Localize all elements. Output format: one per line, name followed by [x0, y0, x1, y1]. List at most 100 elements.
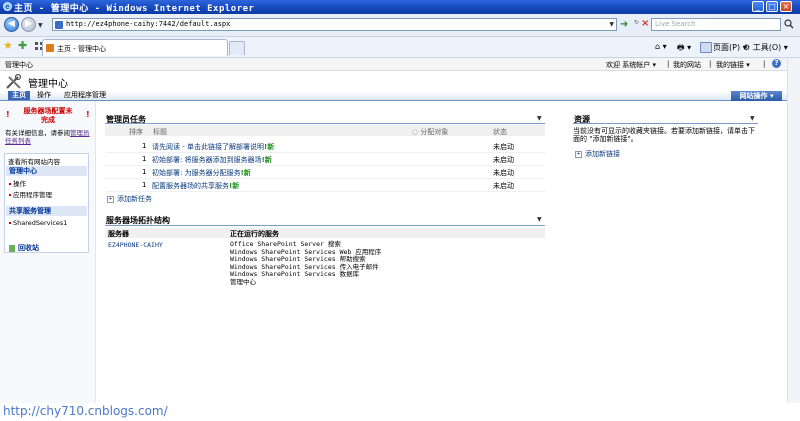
- go-icon[interactable]: ➜: [620, 19, 631, 30]
- tools-menu[interactable]: ⚙ 工具(O) ▾: [743, 42, 788, 53]
- top-nav-tabs: 主页 操作 应用程序管理: [0, 91, 800, 101]
- task-title-text: 请先阅读 - 单击此链接了解部署说明: [152, 143, 264, 151]
- task-order: 1: [142, 142, 147, 150]
- webpart-menu-icon[interactable]: ▼: [537, 115, 542, 122]
- table-row: 1 初始部署: 为服务器分配服务!新 未启动: [105, 166, 545, 179]
- nav-heading-central-admin[interactable]: 管理中心: [6, 166, 87, 176]
- print-icon[interactable]: 🖶 ▾: [677, 42, 691, 56]
- add-new-task-label: 添加新任务: [117, 195, 152, 203]
- webpart-menu-icon[interactable]: ▼: [537, 216, 542, 223]
- service-item: 管理中心: [230, 277, 256, 286]
- nav-heading-shared-services[interactable]: 共享服务管理: [6, 206, 87, 216]
- divider: [105, 225, 545, 226]
- tools-menu-label: 工具(O): [752, 43, 782, 52]
- column-header-order[interactable]: 排序: [129, 127, 143, 137]
- home-icon[interactable]: ⌂ ▾: [655, 42, 667, 51]
- warning-line-1: 服务器场配置未: [23, 107, 73, 115]
- plus-icon: +: [107, 195, 114, 203]
- refresh-icon[interactable]: ↻: [634, 19, 639, 26]
- task-status: 未启动: [493, 143, 514, 151]
- title-bar: e 主页 - 管理中心 - Windows Internet Explorer …: [0, 0, 800, 14]
- server-name-link[interactable]: EZ4PHONE-CAIHY: [108, 241, 163, 249]
- task-title-link[interactable]: 配置服务器场的共享服务!新: [152, 181, 239, 191]
- nav-item-label: 应用程序管理: [13, 191, 52, 199]
- address-input[interactable]: http://ez4phone-caihy:7442/default.aspx …: [52, 18, 617, 31]
- column-header-status[interactable]: 状态: [493, 127, 507, 137]
- webpart-menu-icon[interactable]: ▼: [750, 115, 755, 122]
- task-status: 未启动: [493, 156, 514, 164]
- page-menu[interactable]: 页面(P) ▾: [700, 42, 747, 53]
- history-dropdown-icon[interactable]: ▼: [38, 22, 43, 29]
- tab-home[interactable]: 主页 - 管理中心: [42, 39, 228, 56]
- warning-line-2: 完成: [41, 116, 55, 124]
- task-order: 1: [142, 168, 147, 176]
- tab-operations[interactable]: 操作: [33, 91, 55, 100]
- svg-text:e: e: [5, 3, 9, 11]
- forward-button[interactable]: ▶: [21, 17, 36, 32]
- nav-item-label: 操作: [13, 180, 26, 188]
- column-header-title[interactable]: 标题: [153, 127, 167, 137]
- ie-logo-icon: e: [3, 2, 12, 11]
- new-tab-button[interactable]: [229, 41, 245, 55]
- view-all-site-content-link[interactable]: 查看所有网站内容: [8, 156, 60, 166]
- stop-icon[interactable]: ×: [641, 18, 649, 29]
- back-button[interactable]: ◀: [4, 17, 19, 32]
- nav-item-sharedservices1[interactable]: SharedServices1: [9, 219, 67, 227]
- tasks-table-header: 排序 标题 ◌ 分配对象 状态: [105, 125, 545, 136]
- tab-home-sp[interactable]: 主页: [8, 91, 30, 100]
- search-icon[interactable]: [784, 19, 794, 29]
- maximize-button[interactable]: □: [766, 1, 778, 12]
- tab-application-management[interactable]: 应用程序管理: [60, 91, 110, 100]
- new-badge-label: 新: [267, 143, 275, 151]
- table-row: 1 初始部署: 将服务器添加到服务器场!新 未启动: [105, 153, 545, 166]
- site-actions-button[interactable]: 网站操作 ▾: [731, 91, 782, 101]
- central-admin-logo-icon: [6, 74, 22, 89]
- search-placeholder: Live Search: [655, 20, 696, 28]
- add-favorite-icon[interactable]: ✚: [18, 40, 27, 51]
- divider: |: [667, 60, 670, 68]
- search-input[interactable]: Live Search: [651, 18, 781, 31]
- task-title-link[interactable]: 初始部署: 将服务器添加到服务器场!新: [152, 155, 272, 165]
- new-badge-label: 新: [243, 169, 251, 177]
- column-header-assigned[interactable]: ◌ 分配对象: [412, 127, 448, 137]
- back-arrow-icon: ◀: [8, 19, 15, 29]
- page-menu-label: 页面(P): [713, 43, 741, 52]
- task-title-link[interactable]: 初始部署: 为服务器分配服务!新: [152, 168, 251, 178]
- gear-icon: ⚙: [743, 43, 751, 52]
- task-title-link[interactable]: 请先阅读 - 单击此链接了解部署说明!新: [152, 142, 274, 152]
- add-new-link-label: 添加新链接: [585, 150, 620, 158]
- table-row: 1 配置服务器场的共享服务!新 未启动: [105, 179, 545, 192]
- site-breadcrumb[interactable]: 管理中心: [5, 60, 33, 70]
- recycle-bin-label: 回收站: [18, 244, 39, 252]
- minimize-button[interactable]: _: [752, 1, 764, 12]
- column-header-server: 服务器: [108, 230, 129, 238]
- sharepoint-global-nav: 管理中心 欢迎 系统帐户 ▾ | 我的网站 | 我的链接 ▾ | ?: [0, 58, 800, 71]
- task-status: 未启动: [493, 182, 514, 190]
- add-new-link[interactable]: + 添加新链接: [575, 149, 620, 159]
- page-title: 管理中心: [28, 79, 68, 90]
- recycle-bin-link[interactable]: 回收站: [9, 243, 39, 253]
- divider: |: [709, 60, 712, 68]
- page-icon: [55, 21, 63, 29]
- welcome-menu[interactable]: 欢迎 系统帐户 ▾: [606, 60, 656, 70]
- close-button[interactable]: ×: [780, 1, 792, 12]
- task-order: 1: [142, 181, 147, 189]
- vertical-scrollbar[interactable]: [787, 58, 800, 403]
- new-badge-label: 新: [264, 156, 272, 164]
- recycle-bin-icon: [9, 244, 15, 252]
- nav-item-operations[interactable]: 操作: [9, 178, 26, 188]
- table-row: 1 请先阅读 - 单击此链接了解部署说明!新 未启动: [105, 140, 545, 153]
- warning-icon: !: [6, 110, 10, 119]
- help-icon[interactable]: ?: [772, 59, 781, 68]
- divider: |: [763, 60, 766, 68]
- nav-item-application-management[interactable]: 应用程序管理: [9, 189, 52, 199]
- task-title-text: 初始部署: 将服务器添加到服务器场: [152, 156, 262, 164]
- my-site-link[interactable]: 我的网站: [673, 60, 701, 70]
- add-new-task-link[interactable]: + 添加新任务: [107, 194, 152, 204]
- favorites-star-icon[interactable]: ★: [3, 40, 13, 51]
- my-links-menu[interactable]: 我的链接 ▾: [716, 60, 750, 70]
- column-header-services: 正在运行的服务: [230, 230, 279, 238]
- bullet-icon: [9, 222, 11, 224]
- task-title-text: 初始部署: 为服务器分配服务: [152, 169, 241, 177]
- address-dropdown-icon[interactable]: ▼: [609, 21, 614, 28]
